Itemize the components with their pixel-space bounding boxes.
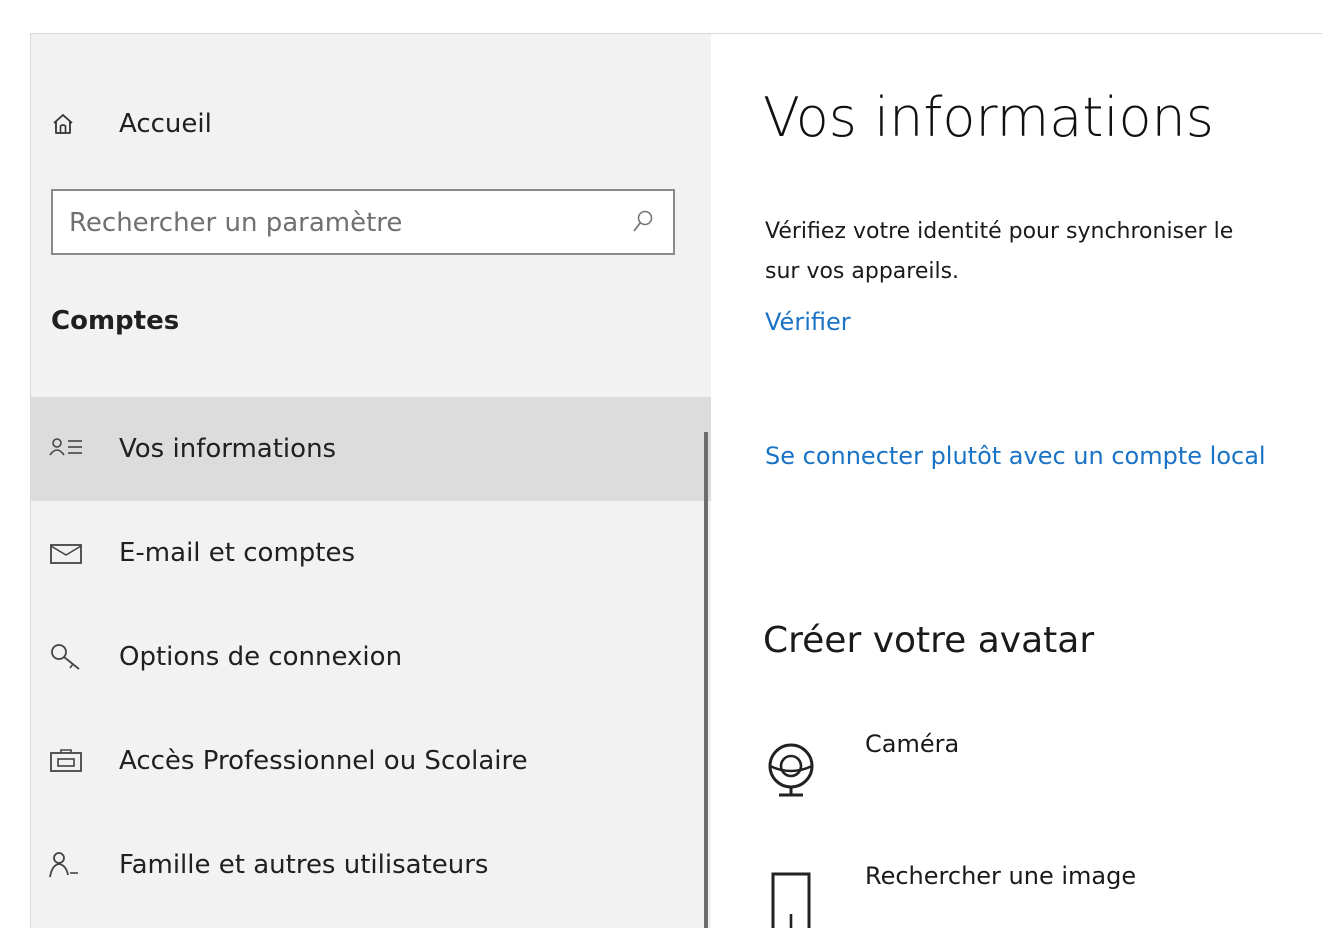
sidebar-item-your-info[interactable]: Vos informations [31, 397, 711, 501]
sidebar-item-label: Options de connexion [119, 642, 403, 672]
home-icon [53, 114, 73, 134]
sidebar-item-work-school[interactable]: Accès Professionnel ou Scolaire [31, 709, 711, 813]
settings-search-box[interactable] [51, 189, 675, 255]
mail-icon [50, 544, 82, 564]
person-add-icon [49, 852, 78, 878]
sidebar-item-family-users[interactable]: Famille et autres utilisateurs [31, 813, 711, 917]
search-icon[interactable] [631, 209, 655, 235]
key-icon [51, 644, 80, 670]
accounts-nav: Vos informations E-mail et comptes Optio… [31, 397, 711, 917]
verify-link[interactable]: Vérifier [765, 308, 851, 336]
description-line: Vérifiez votre identité pour synchronise… [765, 219, 1234, 244]
section-title: Comptes [51, 306, 180, 336]
page-title: Vos informations [763, 86, 1214, 149]
settings-search-input[interactable] [67, 191, 611, 255]
sidebar-item-label: Accès Professionnel ou Scolaire [119, 746, 528, 776]
browse-image-icon [771, 872, 811, 928]
home-label: Accueil [119, 109, 212, 139]
local-account-link[interactable]: Se connecter plutôt avec un compte local [765, 442, 1266, 470]
sidebar-item-label: E-mail et comptes [119, 538, 356, 568]
avatar-heading: Créer votre avatar [763, 620, 1095, 661]
settings-window: Accueil Comptes Vos informations [30, 33, 1322, 928]
sidebar: Accueil Comptes Vos informations [31, 34, 711, 928]
person-info-icon [49, 438, 82, 456]
sidebar-item-label: Vos informations [119, 434, 337, 464]
sidebar-item-label: Famille et autres utilisateurs [119, 850, 489, 880]
sidebar-scrollbar[interactable] [704, 432, 708, 928]
main-content: Vos informations Vérifiez votre identité… [711, 34, 1322, 928]
verify-description: Vérifiez votre identité pour synchronise… [765, 212, 1322, 292]
home-nav-item[interactable]: Accueil [51, 104, 212, 144]
webcam-icon [768, 743, 814, 797]
browse-image-option[interactable]: Rechercher une image [767, 862, 1322, 928]
description-line: sur vos appareils. [765, 259, 960, 284]
sidebar-item-sign-in-options[interactable]: Options de connexion [31, 605, 711, 709]
browse-image-label: Rechercher une image [865, 862, 1137, 890]
camera-label: Caméra [865, 730, 960, 758]
camera-option[interactable]: Caméra [767, 730, 1322, 820]
sidebar-item-email-accounts[interactable]: E-mail et comptes [31, 501, 711, 605]
briefcase-icon [50, 749, 82, 772]
